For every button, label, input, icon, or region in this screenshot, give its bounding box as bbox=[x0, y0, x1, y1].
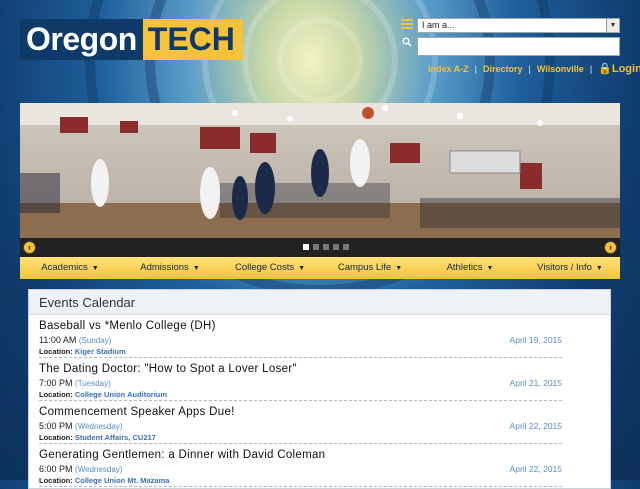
nav-item-campus-life[interactable]: Campus Life ▼ bbox=[320, 257, 420, 279]
event-location-link[interactable]: College Union Mt. Mazama bbox=[75, 476, 170, 485]
slideshow-controls: ‹ › bbox=[20, 238, 620, 257]
utility-links: Index A-Z | Directory | Wilsonville | 🔒Login bbox=[428, 63, 640, 75]
caret-down-icon: ▼ bbox=[395, 265, 403, 272]
slide-dot[interactable] bbox=[333, 244, 339, 250]
event-time: 11:00 AM (Sunday) bbox=[39, 335, 111, 345]
i-am-a-select-value: I am a... bbox=[422, 20, 455, 30]
lock-icon: 🔒 bbox=[598, 63, 612, 75]
slide-dot[interactable] bbox=[343, 244, 349, 250]
event-title[interactable]: Generating Gentlemen: a Dinner with Davi… bbox=[39, 449, 325, 461]
event-date: April 21, 2015 bbox=[509, 378, 562, 388]
event-item[interactable]: Commencement Speaker Apps Due! 5:00 PM (… bbox=[39, 401, 562, 444]
nav-label: Admissions bbox=[140, 262, 189, 273]
event-day: (Tuesday) bbox=[75, 379, 111, 388]
nav-label: Visitors / Info bbox=[537, 262, 592, 273]
prev-slide-icon[interactable]: ‹ bbox=[23, 241, 36, 254]
caret-down-icon: ▼ bbox=[298, 265, 306, 272]
event-day: (Wednesday) bbox=[75, 465, 123, 474]
event-time-value: 7:00 PM bbox=[39, 378, 73, 388]
slide-dot[interactable] bbox=[313, 244, 319, 250]
nav-item-college-costs[interactable]: College Costs ▼ bbox=[220, 257, 320, 279]
event-time: 5:00 PM (Wednesday) bbox=[39, 421, 122, 431]
event-item[interactable]: The Dating Doctor: "How to Spot a Lover … bbox=[39, 358, 562, 401]
event-location: Location: College Union Mt. Mazama bbox=[39, 476, 169, 485]
event-time-value: 5:00 PM bbox=[39, 421, 73, 431]
event-location: Location: Student Affairs, CU217 bbox=[39, 433, 156, 442]
search-input[interactable] bbox=[417, 37, 620, 56]
nav-item-visitors-info[interactable]: Visitors / Info ▼ bbox=[520, 257, 620, 279]
event-location-link[interactable]: College Union Auditorium bbox=[75, 390, 167, 399]
event-location-link[interactable]: Kiger Stadium bbox=[75, 347, 126, 356]
next-slide-icon[interactable]: › bbox=[604, 241, 617, 254]
location-label: Location: bbox=[39, 347, 73, 356]
event-day: (Wednesday) bbox=[75, 422, 123, 431]
event-date: April 22, 2015 bbox=[509, 464, 562, 474]
event-location: Location: College Union Auditorium bbox=[39, 390, 167, 399]
caret-down-icon: ▼ bbox=[91, 265, 99, 272]
slide-dot[interactable] bbox=[323, 244, 329, 250]
chevron-down-icon[interactable]: ▼ bbox=[606, 19, 619, 32]
hero-photo bbox=[20, 103, 620, 238]
nav-label: Academics bbox=[41, 262, 88, 273]
main-nav: Academics ▼ Admissions ▼ College Costs ▼ Ca… bbox=[20, 257, 620, 279]
event-title[interactable]: The Dating Doctor: "How to Spot a Lover … bbox=[39, 363, 297, 375]
nav-label: Athletics bbox=[446, 262, 483, 273]
nav-label: College Costs bbox=[234, 262, 295, 273]
oregon-tech-logo[interactable]: Oregon TECH bbox=[20, 19, 243, 60]
location-label: Location: bbox=[39, 476, 73, 485]
caret-down-icon: ▼ bbox=[595, 265, 603, 272]
link-wilsonville[interactable]: Wilsonville bbox=[537, 64, 584, 74]
link-index-a-z[interactable]: Index A-Z bbox=[428, 64, 469, 74]
menu-icon bbox=[401, 19, 413, 30]
logo-word-tech: TECH bbox=[142, 22, 240, 57]
event-location-link[interactable]: Student Affairs, CU217 bbox=[75, 433, 156, 442]
location-label: Location: bbox=[39, 433, 73, 442]
event-title[interactable]: Baseball vs *Menlo College (DH) bbox=[39, 320, 216, 332]
event-location: Location: Kiger Stadium bbox=[39, 347, 126, 356]
event-item[interactable]: Generating Gentlemen: a Dinner with Davi… bbox=[39, 444, 562, 487]
events-calendar: Events Calendar Baseball vs *Menlo Colle… bbox=[28, 289, 611, 489]
event-time: 6:00 PM (Wednesday) bbox=[39, 464, 122, 474]
event-title[interactable]: Commencement Speaker Apps Due! bbox=[39, 406, 235, 418]
caret-down-icon: ▼ bbox=[486, 265, 494, 272]
location-label: Location: bbox=[39, 390, 73, 399]
slide-dot[interactable] bbox=[303, 244, 309, 250]
event-time-value: 6:00 PM bbox=[39, 464, 73, 474]
caret-down-icon: ▼ bbox=[192, 265, 200, 272]
nav-item-admissions[interactable]: Admissions ▼ bbox=[120, 257, 220, 279]
link-directory[interactable]: Directory bbox=[483, 64, 523, 74]
nav-label: Campus Life bbox=[337, 262, 392, 273]
hero-slideshow[interactable] bbox=[20, 103, 620, 238]
nav-item-athletics[interactable]: Athletics ▼ bbox=[420, 257, 520, 279]
events-heading: Events Calendar bbox=[29, 290, 610, 315]
logo-word-oregon: Oregon bbox=[20, 19, 143, 60]
event-time: 7:00 PM (Tuesday) bbox=[39, 378, 111, 388]
nav-item-academics[interactable]: Academics ▼ bbox=[20, 257, 120, 279]
i-am-a-select[interactable]: I am a... ▼ bbox=[417, 18, 620, 33]
slide-dots bbox=[303, 244, 349, 250]
login-label: Login bbox=[611, 63, 640, 75]
event-item[interactable]: Baseball vs *Menlo College (DH) 11:00 AM… bbox=[39, 315, 562, 358]
event-day: (Sunday) bbox=[78, 336, 112, 345]
login-link[interactable]: 🔒Login bbox=[598, 63, 640, 75]
event-time-value: 11:00 AM bbox=[39, 335, 77, 345]
event-date: April 22, 2015 bbox=[509, 421, 562, 431]
event-date: April 19, 2015 bbox=[509, 335, 562, 345]
search-icon bbox=[402, 37, 412, 47]
